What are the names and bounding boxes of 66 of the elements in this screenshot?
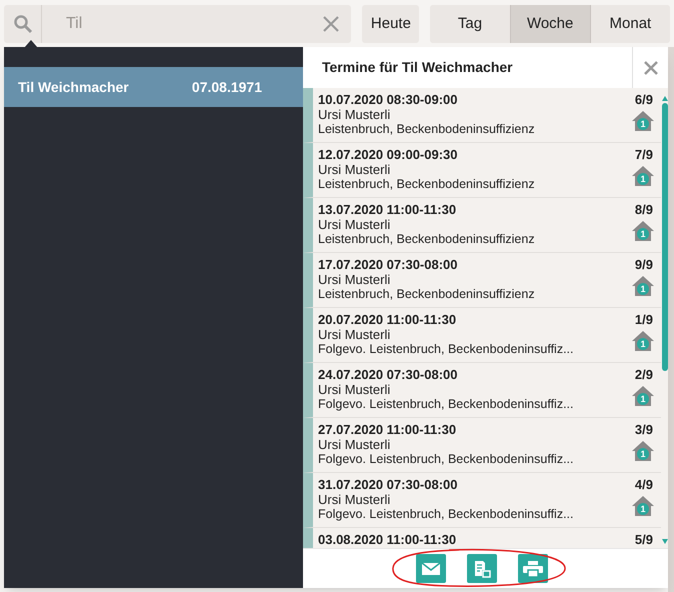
appointment-time: 20.07.2020 11:00-11:30 (318, 312, 458, 327)
export-button[interactable] (466, 554, 496, 583)
therapist-name: Ursi Musterli (318, 107, 392, 122)
house-icon: 1 (632, 111, 654, 131)
diagnosis-text: Leistenbruch, Beckenbodeninsuffizienz (318, 122, 536, 137)
appointment-time: 10.07.2020 08:30-09:00 (318, 92, 459, 107)
session-count: 2/9 (634, 367, 653, 382)
session-count: 4/9 (634, 477, 653, 492)
session-count: 5/9 (634, 532, 653, 547)
diagnosis-text: Leistenbruch, Beckenbodeninsuffizienz (318, 287, 536, 302)
printer-icon (522, 560, 542, 576)
patient-name: Til Weichmacher (18, 78, 130, 96)
house-icon: 1 (632, 386, 654, 406)
diagnosis-text: Folgevo. Leistenbruch, Beckenbodeninsuffiz... (318, 342, 574, 357)
session-count: 1/9 (634, 312, 653, 327)
diagnosis-text: Folgevo. Leistenbruch, Beckenbodeninsuffiz... (318, 397, 574, 412)
appointment-row[interactable]: 31.07.2020 07:30-08:00 Ursi Musterli Folgevo. Leistenbruch, Beckenbodeninsuffiz... 4/9 1 (303, 473, 661, 528)
diagnosis-text: Folgevo. Leistenbruch, Beckenbodeninsuffiz... (318, 507, 574, 522)
today-button[interactable]: Heute (362, 5, 420, 43)
session-count: 3/9 (634, 422, 653, 437)
print-button[interactable] (518, 554, 548, 583)
appointment-row[interactable]: 20.07.2020 11:00-11:30 Ursi Musterli Folgevo. Leistenbruch, Beckenbodeninsuffiz... 1/9 1 (303, 308, 661, 363)
diagnosis-text: Leistenbruch, Beckenbodeninsuffizienz (318, 232, 536, 247)
therapist-name: Ursi Musterli (318, 437, 392, 452)
envelope-icon (422, 562, 440, 574)
birth-date: 07.08.1971 (192, 78, 262, 96)
session-count: 7/9 (634, 147, 653, 162)
clear-icon[interactable] (323, 16, 340, 32)
house-icon: 1 (632, 276, 654, 296)
appointment-time: 24.07.2020 07:30-08:00 (318, 367, 459, 382)
view-tab[interactable]: Monat (590, 5, 670, 43)
therapist-name: Ursi Musterli (318, 492, 392, 507)
session-count: 6/9 (634, 92, 653, 107)
session-count: 9/9 (634, 257, 653, 272)
therapist-name: Ursi Musterli (318, 382, 392, 397)
appointment-time: 27.07.2020 11:00-11:30 (318, 422, 458, 437)
appointment-row[interactable]: 27.07.2020 11:00-11:30 Ursi Musterli Folgevo. Leistenbruch, Beckenbodeninsuffiz... 3/9 1 (303, 418, 661, 473)
therapist-name: Ursi Musterli (318, 217, 392, 232)
appointment-time: 31.07.2020 07:30-08:00 (318, 477, 459, 492)
panel-title: Termine für Til Weichmacher (321, 58, 514, 77)
appointment-row[interactable]: 24.07.2020 07:30-08:00 Ursi Musterli Folgevo. Leistenbruch, Beckenbodeninsuffiz... 2/9 1 (303, 363, 661, 418)
house-icon: 1 (632, 331, 654, 351)
diagnosis-text: Folgevo. Leistenbruch, Beckenbodeninsuffiz... (318, 452, 574, 467)
appointment-time: 03.08.2020 11:00-11:30 (318, 532, 458, 547)
appointment-row[interactable]: 13.07.2020 11:00-11:30 Ursi Musterli Leistenbruch, Beckenbodeninsuffizienz 8/9 1 (303, 198, 661, 253)
session-count: 8/9 (634, 202, 653, 217)
email-button[interactable] (416, 554, 446, 583)
therapist-name: Ursi Musterli (318, 162, 392, 177)
appointment-time: 12.07.2020 09:00-09:30 (318, 147, 459, 162)
house-icon: 1 (632, 496, 654, 516)
house-icon: 1 (632, 166, 654, 186)
house-icon: 1 (632, 441, 654, 461)
search-icon (12, 14, 32, 34)
house-icon: 1 (632, 221, 654, 241)
therapist-name: Ursi Musterli (318, 272, 392, 287)
appointment-row[interactable]: 10.07.2020 08:30-09:00 Ursi Musterli Leistenbruch, Beckenbodeninsuffizienz 6/9 1 (303, 88, 661, 143)
diagnosis-text: Leistenbruch, Beckenbodeninsuffizienz (318, 177, 536, 192)
appointment-row[interactable]: 12.07.2020 09:00-09:30 Ursi Musterli Leistenbruch, Beckenbodeninsuffizienz 7/9 1 (303, 143, 661, 198)
view-tab[interactable]: Woche (510, 5, 590, 43)
appointment-time: 13.07.2020 11:00-11:30 (318, 202, 458, 217)
therapist-name: Ursi Musterli (318, 327, 392, 342)
document-icon (472, 560, 490, 578)
appointment-time: 17.07.2020 07:30-08:00 (318, 257, 459, 272)
search-input: Til (42, 12, 324, 36)
appointment-row[interactable]: 17.07.2020 07:30-08:00 Ursi Musterli Leistenbruch, Beckenbodeninsuffizienz 9/9 1 (303, 253, 661, 308)
close-icon (644, 60, 658, 74)
